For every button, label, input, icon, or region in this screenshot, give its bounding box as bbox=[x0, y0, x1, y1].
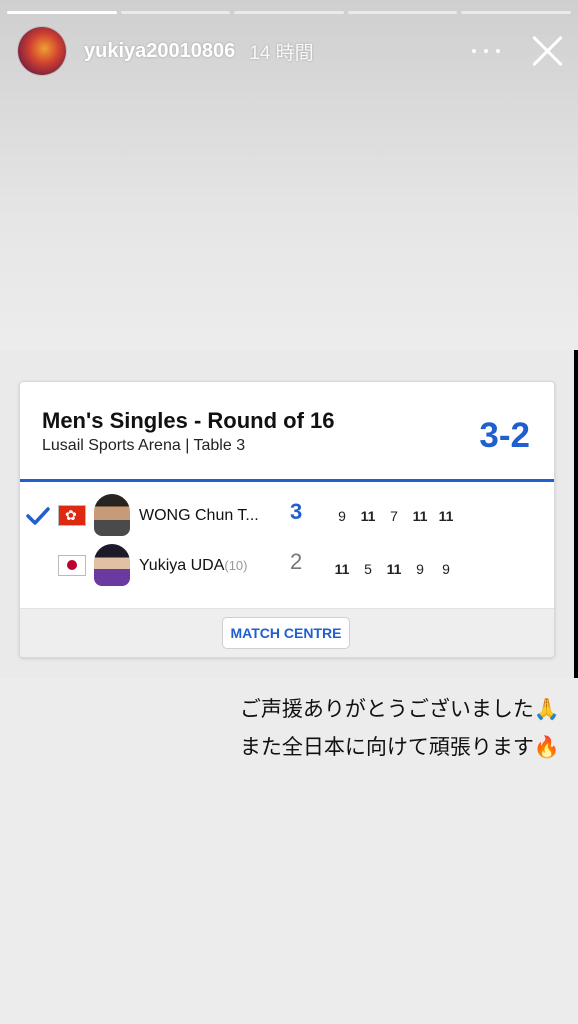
japan-flag-icon bbox=[58, 555, 86, 576]
match-score: 3-2 bbox=[479, 416, 530, 455]
player-games: 2 bbox=[290, 549, 303, 574]
player-row: Yukiya UDA(10) 2 11 5 11 9 9 bbox=[20, 540, 554, 590]
set-score: 11 bbox=[438, 508, 454, 524]
score-screenshot: Men's Singles - Round of 16 Lusail Sport… bbox=[0, 350, 578, 678]
progress-segment bbox=[234, 11, 344, 14]
post-time: 14 時間 bbox=[249, 42, 314, 64]
praying-hands-icon: 🙏 bbox=[533, 697, 560, 721]
header-actions bbox=[472, 34, 564, 68]
progress-segment bbox=[120, 11, 231, 14]
set-score: 5 bbox=[364, 561, 372, 577]
progress-segment bbox=[347, 11, 458, 14]
match-venue: Lusail Sports Arena | Table 3 bbox=[42, 437, 246, 454]
story-progress-bar bbox=[7, 11, 571, 14]
progress-segment bbox=[461, 11, 571, 14]
player-seed: (10) bbox=[224, 558, 248, 573]
set-scores: 9 11 7 11 11 bbox=[329, 508, 459, 524]
match-card-footer: MATCH CENTRE bbox=[20, 608, 554, 657]
match-title: Men's Singles - Round of 16 bbox=[42, 408, 335, 433]
player-name: Yukiya UDA(10) bbox=[139, 557, 248, 575]
player-name-text: Yukiya UDA bbox=[139, 557, 225, 574]
set-score: 9 bbox=[442, 561, 450, 577]
player-games: 3 bbox=[290, 499, 303, 524]
close-icon[interactable] bbox=[530, 34, 564, 68]
set-score: 9 bbox=[416, 561, 424, 577]
more-options-icon[interactable] bbox=[472, 41, 500, 61]
set-score: 11 bbox=[360, 508, 376, 524]
story-caption: ご声援ありがとうございました🙏 また全日本に向けて頑張ります🔥 bbox=[240, 690, 560, 766]
set-score: 9 bbox=[338, 508, 346, 524]
fire-icon: 🔥 bbox=[533, 735, 560, 759]
avatar[interactable] bbox=[18, 27, 66, 75]
match-centre-button[interactable]: MATCH CENTRE bbox=[222, 617, 350, 649]
caption-line-1: ご声援ありがとうございました🙏 bbox=[240, 690, 560, 728]
caption-line-2: また全日本に向けて頑張ります🔥 bbox=[240, 728, 560, 766]
username[interactable]: yukiya20010806 bbox=[84, 40, 235, 63]
set-score: 11 bbox=[334, 561, 350, 577]
player-name-text: WONG Chun T... bbox=[139, 507, 259, 524]
player-photo bbox=[94, 494, 130, 536]
player-photo bbox=[94, 544, 130, 586]
set-score: 11 bbox=[412, 508, 428, 524]
winner-check-icon bbox=[26, 507, 50, 525]
match-card: Men's Singles - Round of 16 Lusail Sport… bbox=[19, 381, 555, 658]
caption-text: また全日本に向けて頑張ります bbox=[239, 735, 534, 759]
player-name: WONG Chun T... bbox=[139, 507, 259, 525]
caption-text: ご声援ありがとうございました bbox=[239, 697, 534, 721]
player-row: WONG Chun T... 3 9 11 7 11 11 bbox=[20, 490, 554, 540]
match-card-header: Men's Singles - Round of 16 Lusail Sport… bbox=[20, 382, 554, 482]
set-scores: 11 5 11 9 9 bbox=[329, 561, 459, 577]
hong-kong-flag-icon bbox=[58, 505, 86, 526]
story-header: yukiya20010806 14 時間 bbox=[18, 25, 564, 77]
progress-segment bbox=[7, 11, 117, 14]
set-score: 7 bbox=[390, 508, 398, 524]
set-score: 11 bbox=[386, 561, 402, 577]
